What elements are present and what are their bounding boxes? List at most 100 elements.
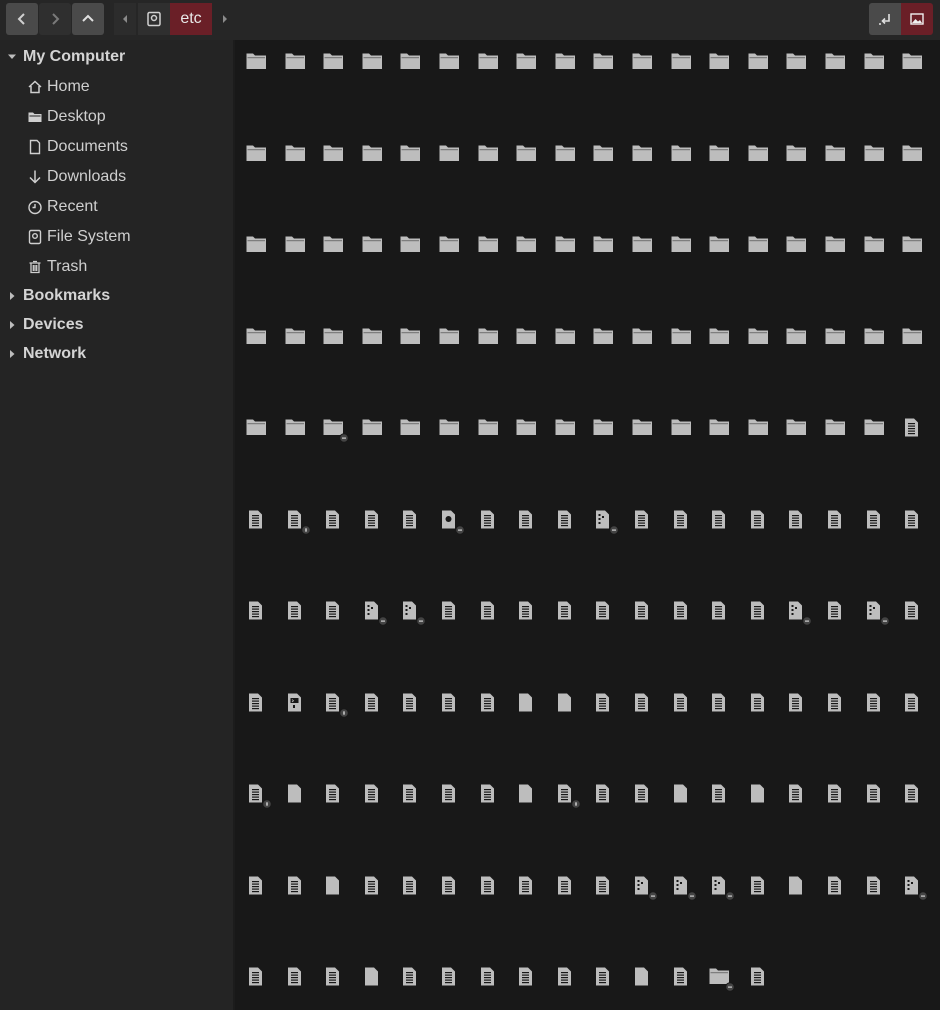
folder-item[interactable] xyxy=(361,325,399,365)
folder-item[interactable] xyxy=(399,50,437,90)
file-item[interactable] xyxy=(631,965,669,1005)
sidebar-item-documents[interactable]: Documents xyxy=(0,133,233,161)
file-item[interactable] xyxy=(631,508,669,548)
up-button[interactable] xyxy=(72,3,104,35)
folder-item[interactable] xyxy=(477,416,515,456)
folder-item[interactable] xyxy=(399,325,437,365)
folder-item[interactable] xyxy=(361,142,399,182)
file-item[interactable] xyxy=(284,691,322,731)
file-item[interactable] xyxy=(747,508,785,548)
file-item[interactable] xyxy=(592,691,630,731)
folder-item[interactable] xyxy=(477,233,515,273)
folder-item[interactable] xyxy=(438,142,476,182)
folder-item[interactable] xyxy=(785,50,823,90)
sidebar-section-bookmarks[interactable]: Bookmarks xyxy=(0,283,233,309)
sidebar-section-my-computer[interactable]: My Computer xyxy=(0,44,233,70)
folder-item[interactable] xyxy=(631,142,669,182)
folder-item[interactable] xyxy=(438,416,476,456)
folder-item[interactable] xyxy=(824,416,862,456)
file-item[interactable] xyxy=(554,782,592,822)
file-item[interactable] xyxy=(785,691,823,731)
file-item[interactable] xyxy=(747,874,785,914)
file-item[interactable] xyxy=(438,691,476,731)
folder-item[interactable] xyxy=(747,325,785,365)
file-item[interactable] xyxy=(592,965,630,1005)
folder-item[interactable] xyxy=(284,325,322,365)
file-item[interactable] xyxy=(245,874,283,914)
folder-item[interactable] xyxy=(361,233,399,273)
folder-item[interactable] xyxy=(785,416,823,456)
folder-item[interactable] xyxy=(322,233,360,273)
file-item[interactable] xyxy=(515,874,553,914)
folder-item[interactable] xyxy=(284,416,322,456)
folder-item[interactable] xyxy=(863,50,901,90)
file-item[interactable] xyxy=(554,874,592,914)
folder-item[interactable] xyxy=(785,142,823,182)
file-item[interactable] xyxy=(670,599,708,639)
file-item[interactable] xyxy=(824,691,862,731)
folder-item[interactable] xyxy=(284,142,322,182)
file-item[interactable] xyxy=(554,508,592,548)
breadcrumb-scroll-left[interactable] xyxy=(114,3,136,35)
folder-item[interactable] xyxy=(322,416,360,456)
file-item[interactable] xyxy=(631,691,669,731)
folder-item[interactable] xyxy=(670,142,708,182)
folder-item[interactable] xyxy=(631,416,669,456)
folder-item[interactable] xyxy=(438,233,476,273)
forward-button[interactable] xyxy=(39,3,71,35)
icon-view-button[interactable] xyxy=(901,3,933,35)
file-item[interactable] xyxy=(245,599,283,639)
sidebar-item-recent[interactable]: Recent xyxy=(0,193,233,221)
folder-item[interactable] xyxy=(554,142,592,182)
folder-item[interactable] xyxy=(747,50,785,90)
file-item[interactable] xyxy=(399,691,437,731)
file-item[interactable] xyxy=(361,508,399,548)
sidebar-item-trash[interactable]: Trash xyxy=(0,253,233,281)
file-item[interactable] xyxy=(399,965,437,1005)
folder-item[interactable] xyxy=(399,142,437,182)
file-item[interactable] xyxy=(554,599,592,639)
file-item[interactable] xyxy=(901,874,939,914)
folder-item[interactable] xyxy=(824,142,862,182)
file-item[interactable] xyxy=(322,691,360,731)
file-item[interactable] xyxy=(554,965,592,1005)
folder-item[interactable] xyxy=(901,142,939,182)
file-item[interactable] xyxy=(670,691,708,731)
folder-item[interactable] xyxy=(515,50,553,90)
file-item[interactable] xyxy=(824,782,862,822)
file-item[interactable] xyxy=(670,965,708,1005)
folder-item[interactable] xyxy=(785,325,823,365)
file-item[interactable] xyxy=(631,782,669,822)
file-item[interactable] xyxy=(245,508,283,548)
file-item[interactable] xyxy=(631,599,669,639)
folder-item[interactable] xyxy=(477,142,515,182)
file-item[interactable] xyxy=(901,782,939,822)
file-item[interactable] xyxy=(322,508,360,548)
folder-item[interactable] xyxy=(901,233,939,273)
file-item[interactable] xyxy=(399,782,437,822)
file-item[interactable] xyxy=(399,599,437,639)
file-item[interactable] xyxy=(747,782,785,822)
file-item[interactable] xyxy=(863,599,901,639)
folder-item[interactable] xyxy=(747,233,785,273)
toggle-location-button[interactable] xyxy=(869,3,901,35)
folder-item[interactable] xyxy=(245,142,283,182)
folder-item[interactable] xyxy=(592,142,630,182)
folder-item[interactable] xyxy=(824,50,862,90)
file-item[interactable] xyxy=(477,508,515,548)
file-item[interactable] xyxy=(901,691,939,731)
file-item[interactable] xyxy=(477,965,515,1005)
folder-item[interactable] xyxy=(515,325,553,365)
folder-item[interactable] xyxy=(399,416,437,456)
folder-item[interactable] xyxy=(824,233,862,273)
file-item[interactable] xyxy=(284,599,322,639)
sidebar-item-home[interactable]: Home xyxy=(0,73,233,101)
folder-item[interactable] xyxy=(708,965,746,1005)
file-item[interactable] xyxy=(284,782,322,822)
folder-item[interactable] xyxy=(361,416,399,456)
file-item[interactable] xyxy=(399,508,437,548)
file-item[interactable] xyxy=(438,782,476,822)
file-item[interactable] xyxy=(477,691,515,731)
breadcrumb-current[interactable]: etc xyxy=(170,3,212,35)
file-item[interactable] xyxy=(863,874,901,914)
